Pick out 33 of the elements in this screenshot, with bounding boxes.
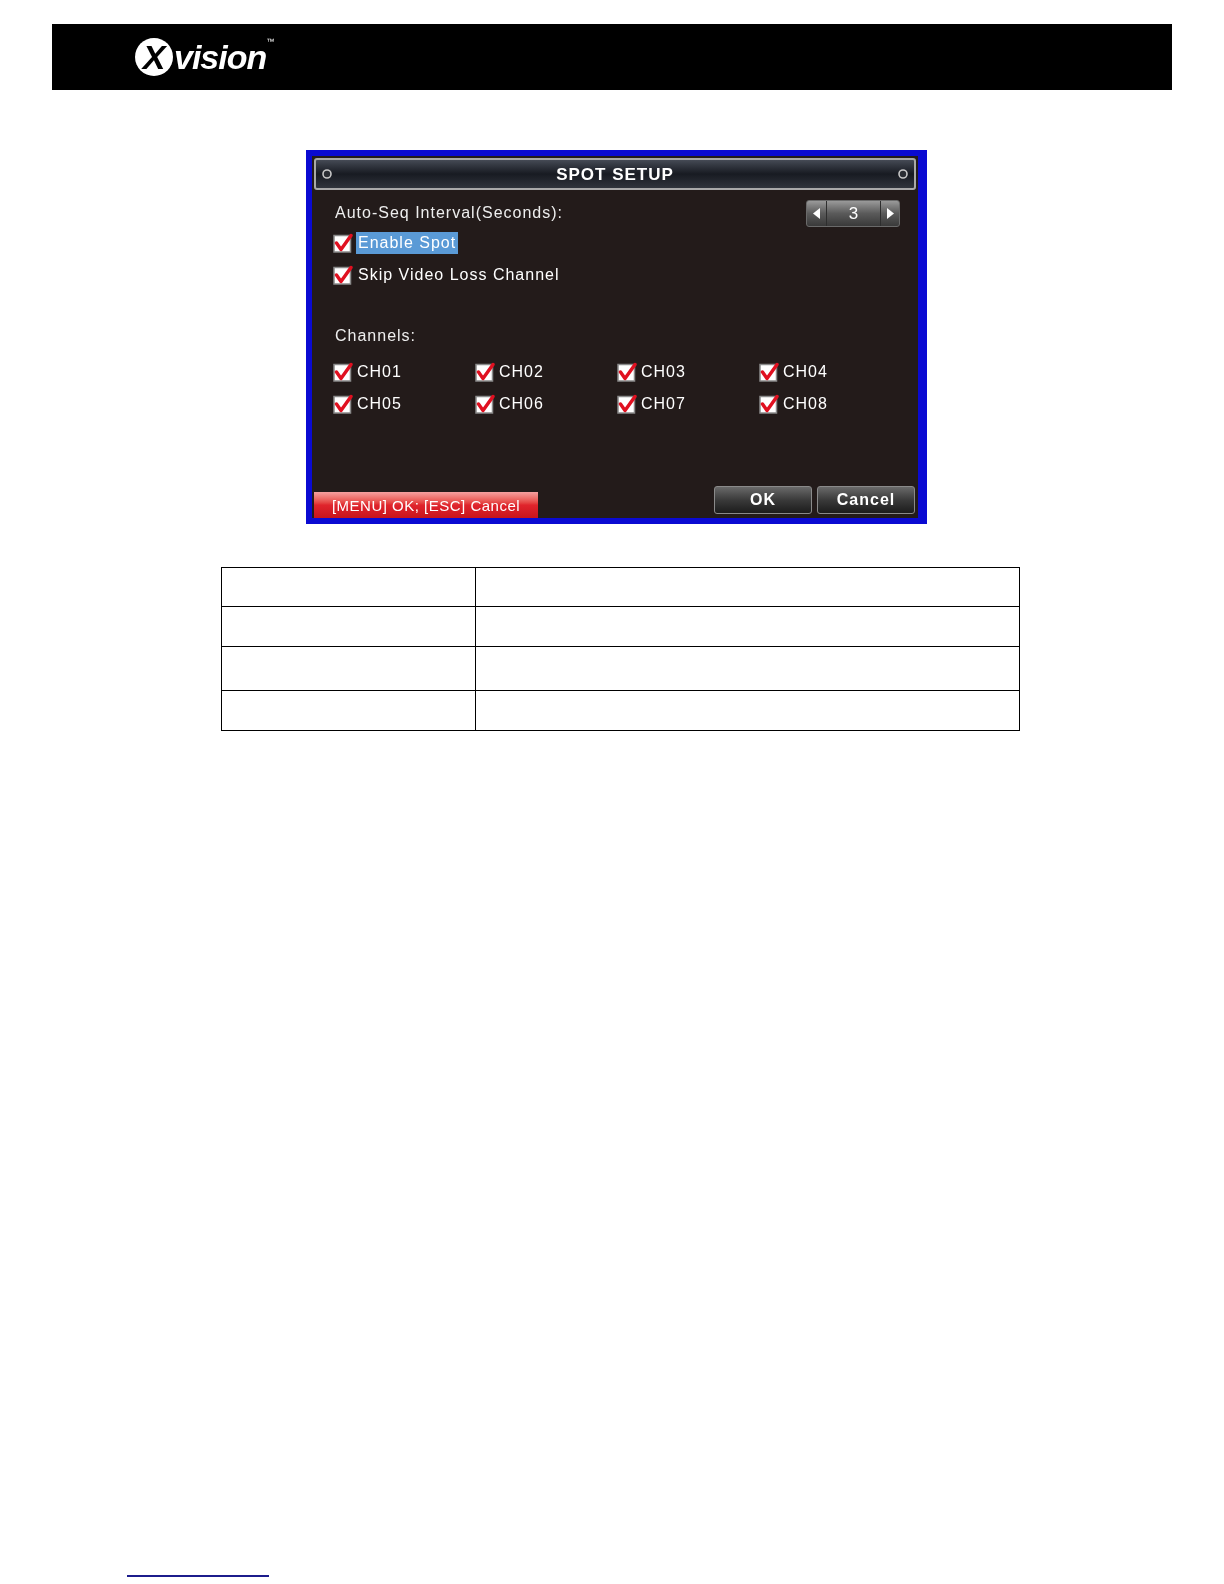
channel-label: CH02 <box>499 364 544 380</box>
channel-label: CH08 <box>783 396 828 412</box>
checkbox[interactable] <box>475 362 495 382</box>
checkbox[interactable] <box>475 394 495 414</box>
ring-icon <box>898 169 908 179</box>
channel-label: CH03 <box>641 364 686 380</box>
key-hint: [MENU] OK; [ESC] Cancel <box>314 492 538 518</box>
interval-value: 3 <box>847 202 860 225</box>
logo-mark: X <box>135 38 173 76</box>
checkbox[interactable] <box>759 362 779 382</box>
checkbox[interactable] <box>617 362 637 382</box>
dialog-button[interactable]: Cancel <box>817 486 915 514</box>
caret-right-icon <box>886 207 894 219</box>
dialog-title: SPOT SETUP <box>555 165 675 183</box>
dialog-button[interactable]: OK <box>714 486 812 514</box>
channel-label: CH01 <box>357 364 402 380</box>
ring-icon <box>322 169 332 179</box>
trademark: ™ <box>266 38 275 46</box>
channel-label: CH07 <box>641 396 686 412</box>
channel-label: CH05 <box>357 396 402 412</box>
checkbox[interactable] <box>333 233 353 253</box>
interval-label: Auto-Seq Interval(Seconds): <box>334 205 563 221</box>
checkbox[interactable] <box>333 394 353 414</box>
checkbox[interactable] <box>759 394 779 414</box>
channel-label: CH06 <box>499 396 544 412</box>
caret-left-icon <box>813 207 820 219</box>
checkbox[interactable] <box>333 362 353 382</box>
option-label[interactable]: Skip Video Loss Channel <box>356 264 562 286</box>
channels-label: Channels: <box>334 326 417 346</box>
checkbox[interactable] <box>617 394 637 414</box>
logo-text: vision <box>174 40 267 74</box>
channel-label: CH04 <box>783 364 828 380</box>
checkbox[interactable] <box>333 265 353 285</box>
